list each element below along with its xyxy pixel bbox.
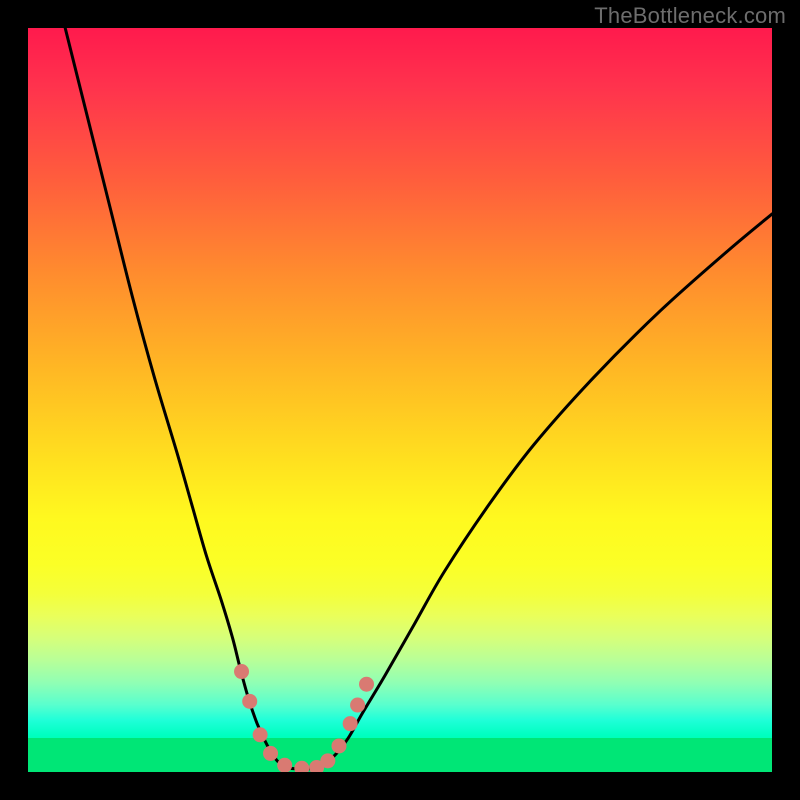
- curve-dot: [234, 664, 249, 679]
- watermark-text: TheBottleneck.com: [594, 3, 786, 29]
- curve-layer: [28, 28, 772, 772]
- curve-dot: [331, 738, 346, 753]
- curve-dot: [263, 746, 278, 761]
- curve-dot: [294, 761, 309, 772]
- curve-dot: [343, 716, 358, 731]
- curve-dot: [359, 677, 374, 692]
- chart-frame: TheBottleneck.com: [0, 0, 800, 800]
- bottleneck-curve: [65, 28, 772, 769]
- curve-dot: [242, 694, 257, 709]
- curve-dot: [277, 758, 292, 772]
- plot-area: [28, 28, 772, 772]
- curve-dot: [320, 753, 335, 768]
- curve-dot: [253, 727, 268, 742]
- curve-dot: [350, 698, 365, 713]
- v-curve-path: [65, 28, 772, 769]
